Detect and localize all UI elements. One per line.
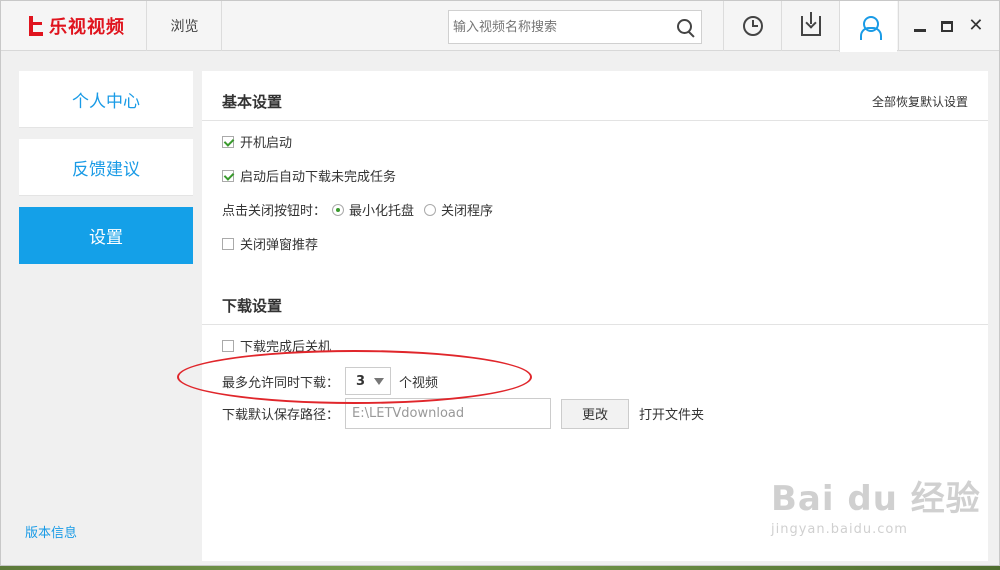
search-input[interactable] — [449, 12, 667, 42]
minimize-tray-label[interactable]: 最小化托盘 — [349, 200, 414, 219]
maximize-icon[interactable] — [941, 20, 954, 32]
close-action-label: 点击关闭按钮时： — [222, 204, 327, 219]
user-icon — [859, 15, 882, 40]
history-button[interactable] — [723, 1, 781, 51]
close-icon[interactable]: ✕ — [968, 17, 983, 35]
minimize-tray-radio[interactable] — [332, 203, 345, 216]
sidebar-item-settings[interactable]: 设置 — [19, 207, 193, 264]
search-icon[interactable] — [667, 11, 701, 43]
auto-download-label: 启动后自动下载未完成任务 — [240, 170, 397, 185]
download-path-option: 下载默认保存路径： E:\LETVdownload 更改 打开文件夹 — [222, 398, 704, 429]
divider — [202, 120, 988, 121]
annotation-ellipse — [177, 350, 532, 404]
minimize-icon[interactable] — [914, 28, 927, 32]
change-path-button[interactable]: 更改 — [561, 398, 630, 429]
sidebar-item-feedback[interactable]: 反馈建议 — [19, 139, 193, 196]
boot-start-label: 开机启动 — [240, 136, 293, 151]
download-settings-title: 下载设置 — [222, 297, 283, 315]
close-popup-label: 关闭弹窗推荐 — [240, 238, 319, 253]
sidebar-item-personal-center[interactable]: 个人中心 — [19, 71, 193, 128]
download-path-label: 下载默认保存路径： — [222, 408, 340, 423]
auto-download-option[interactable]: 启动后自动下载未完成任务 — [222, 166, 396, 185]
download-manager-button[interactable] — [781, 1, 839, 51]
close-popup-checkbox[interactable] — [222, 237, 234, 250]
close-popup-option[interactable]: 关闭弹窗推荐 — [222, 234, 318, 253]
window-controls: ✕ — [898, 1, 999, 51]
search-box — [448, 10, 702, 44]
shutdown-after-checkbox[interactable] — [222, 339, 234, 352]
divider — [202, 324, 988, 325]
letv-logo-icon — [27, 16, 43, 36]
basic-settings-title: 基本设置 — [222, 93, 283, 111]
boot-start-checkbox[interactable] — [222, 135, 234, 148]
app-window: 乐视视频 浏览 ✕ 个人中心 反馈建议 设置 版本信息 基本设置 全部恢复默认设… — [0, 0, 1000, 566]
title-bar: 乐视视频 浏览 ✕ — [1, 1, 999, 52]
clock-icon — [742, 16, 763, 36]
reset-all-defaults-link[interactable]: 全部恢复默认设置 — [872, 93, 968, 110]
auto-download-checkbox[interactable] — [222, 169, 234, 182]
close-program-radio[interactable] — [424, 203, 437, 216]
nav-browse[interactable]: 浏览 — [148, 1, 222, 51]
close-action-option: 点击关闭按钮时： 最小化托盘 关闭程序 — [222, 200, 503, 219]
user-button[interactable] — [839, 1, 897, 52]
app-logo-text: 乐视视频 — [49, 17, 125, 38]
download-icon — [800, 12, 821, 36]
boot-start-option[interactable]: 开机启动 — [222, 132, 292, 151]
watermark-logo-text: Bai du 经验 — [771, 479, 981, 519]
open-folder-link[interactable]: 打开文件夹 — [639, 404, 704, 423]
close-program-label[interactable]: 关闭程序 — [441, 200, 493, 219]
baidu-watermark: Bai du 经验 jingyan.baidu.com — [771, 471, 981, 537]
version-info-link[interactable]: 版本信息 — [25, 522, 77, 541]
app-logo[interactable]: 乐视视频 — [1, 1, 147, 51]
watermark-url: jingyan.baidu.com — [771, 522, 908, 537]
